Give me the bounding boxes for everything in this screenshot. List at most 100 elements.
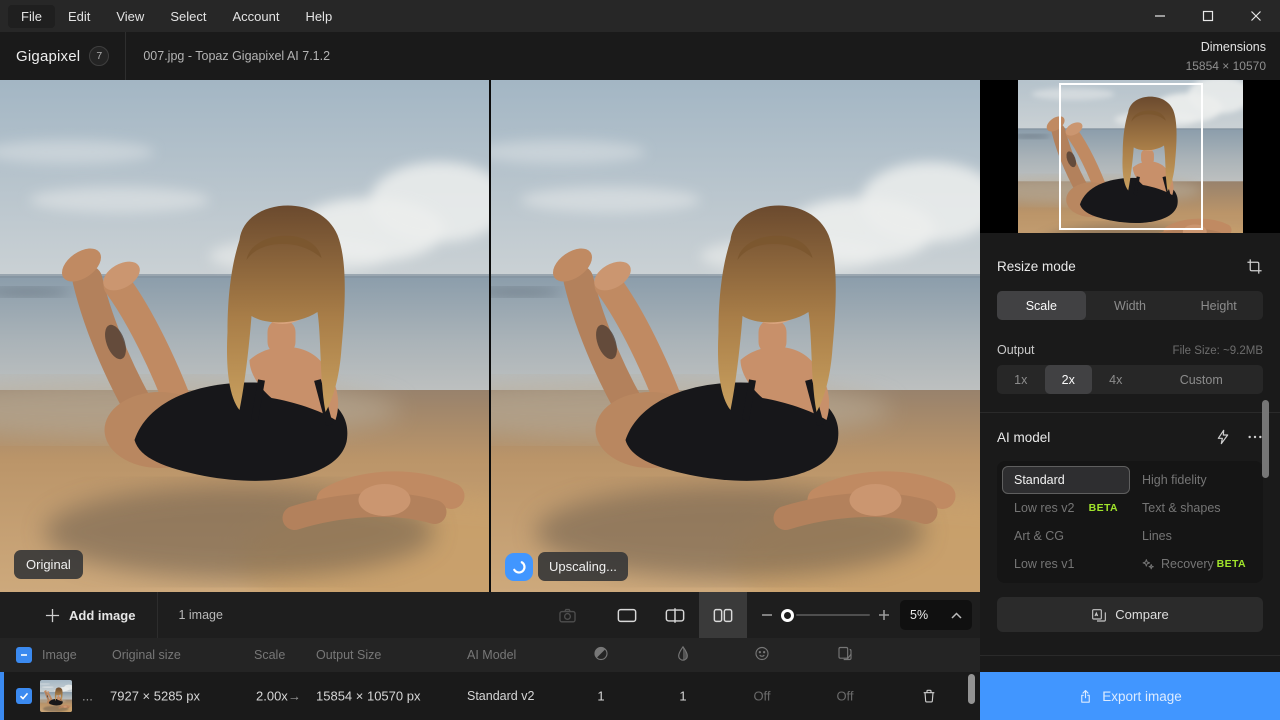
export-icon xyxy=(1078,689,1093,704)
zoom-out-icon[interactable] xyxy=(761,609,773,621)
model-label: Text & shapes xyxy=(1142,501,1246,515)
delete-image-icon[interactable] xyxy=(921,688,937,705)
upscaling-badge: Upscaling... xyxy=(505,552,628,581)
close-icon[interactable] xyxy=(1232,0,1280,32)
navigation-preview xyxy=(980,80,1280,233)
zoom-level-select[interactable]: 5% xyxy=(900,600,972,630)
versions-icon xyxy=(837,646,853,665)
row-original-size: 7927 × 5285 px xyxy=(110,689,200,704)
menu-edit[interactable]: Edit xyxy=(55,5,103,28)
model-label: Art & CG xyxy=(1014,529,1118,543)
denoise-icon xyxy=(593,646,609,665)
original-photo xyxy=(0,80,489,592)
minimize-icon[interactable] xyxy=(1136,0,1184,32)
col-image: Image xyxy=(42,648,77,662)
side-by-side-view-button[interactable] xyxy=(699,592,747,638)
crop-icon[interactable] xyxy=(1246,258,1263,275)
model-label: Low res v1 xyxy=(1014,557,1118,571)
col-scale: Scale xyxy=(254,648,285,662)
menu-file[interactable]: File xyxy=(8,5,55,28)
option-4x[interactable]: 4x xyxy=(1092,365,1140,394)
model-lines[interactable]: Lines xyxy=(1130,522,1258,550)
dimensions-value: 15854 × 10570 xyxy=(1186,59,1266,73)
panel-scrollbar[interactable] xyxy=(1262,400,1269,478)
compare-label: Compare xyxy=(1115,607,1168,622)
row-face-recovery-value[interactable]: Off xyxy=(753,689,770,704)
plus-icon xyxy=(45,608,60,623)
option-2x[interactable]: 2x xyxy=(1045,365,1093,394)
row-deblur-value[interactable]: 1 xyxy=(679,689,686,704)
auto-select-icon[interactable] xyxy=(1215,429,1231,445)
col-ai-model: AI Model xyxy=(467,648,516,662)
tab-scale[interactable]: Scale xyxy=(997,291,1086,320)
split-view-button[interactable] xyxy=(651,592,699,638)
viewport-rectangle[interactable] xyxy=(1059,83,1203,230)
resize-mode-tabs: Scale Width Height xyxy=(997,291,1263,320)
compare-button[interactable]: Compare xyxy=(997,597,1263,632)
model-art-cg[interactable]: Art & CG xyxy=(1002,522,1130,550)
image-table-row[interactable]: ... 7927 × 5285 px 2.00x → 15854 × 10570… xyxy=(0,672,980,720)
model-low-res-v2[interactable]: Low res v2 BETA xyxy=(1002,494,1130,522)
scale-options: 1x 2x 4x Custom xyxy=(997,365,1263,394)
row-denoise-value[interactable]: 1 xyxy=(597,689,604,704)
export-image-button[interactable]: Export image xyxy=(980,672,1280,720)
single-view-button[interactable] xyxy=(603,592,651,638)
row-versions-value[interactable]: Off xyxy=(836,689,853,704)
tab-height[interactable]: Height xyxy=(1174,291,1263,320)
original-badge: Original xyxy=(14,550,83,579)
zoom-slider-track[interactable] xyxy=(796,614,870,616)
model-label: Standard xyxy=(1014,473,1118,487)
resize-mode-title: Resize mode xyxy=(997,259,1076,274)
row-ai-model[interactable]: Standard v2 xyxy=(467,689,534,703)
image-viewer: Original Upscaling... xyxy=(0,80,980,592)
zoom-slider-handle[interactable] xyxy=(781,609,794,622)
document-title: 007.jpg - Topaz Gigapixel AI 7.1.2 xyxy=(126,49,330,63)
file-size-estimate: File Size: ~9.2MB xyxy=(1173,345,1263,357)
zoom-in-icon[interactable] xyxy=(878,609,890,621)
nav-thumbnail[interactable] xyxy=(1018,80,1243,233)
spinner-icon xyxy=(505,553,533,581)
select-all-checkbox[interactable] xyxy=(16,647,32,663)
preview-photo xyxy=(491,80,980,592)
col-original-size: Original size xyxy=(112,648,181,662)
beta-badge: BETA xyxy=(1217,558,1246,570)
bottom-toolbar: Add image 1 image xyxy=(0,592,980,638)
model-standard[interactable]: Standard xyxy=(1002,466,1130,494)
arrow-right-icon: → xyxy=(288,689,301,704)
row-output-size: 15854 × 10570 px xyxy=(316,689,420,704)
row-thumbnail xyxy=(40,680,72,712)
model-label: Recovery xyxy=(1161,557,1217,571)
chevron-up-icon xyxy=(951,612,962,619)
menu-account[interactable]: Account xyxy=(219,5,292,28)
model-text-shapes[interactable]: Text & shapes xyxy=(1130,494,1258,522)
output-label: Output xyxy=(997,343,1035,357)
app-name: Gigapixel xyxy=(16,48,80,65)
maximize-icon[interactable] xyxy=(1184,0,1232,32)
model-recovery[interactable]: Recovery BETA xyxy=(1130,550,1258,578)
row-selected-indicator xyxy=(0,672,4,720)
add-image-button[interactable]: Add image xyxy=(45,608,135,623)
tab-width[interactable]: Width xyxy=(1086,291,1175,320)
more-options-icon[interactable] xyxy=(1247,429,1263,445)
model-low-res-v1[interactable]: Low res v1 xyxy=(1002,550,1130,578)
col-output-size: Output Size xyxy=(316,648,381,662)
preview-pane[interactable]: Upscaling... xyxy=(491,80,980,592)
zoom-slider xyxy=(761,609,890,622)
table-scrollbar[interactable] xyxy=(968,674,975,704)
row-checkbox[interactable] xyxy=(16,688,32,704)
sparkle-icon xyxy=(1142,558,1155,571)
menu-view[interactable]: View xyxy=(103,5,157,28)
add-image-label: Add image xyxy=(69,608,135,623)
snapshot-icon[interactable] xyxy=(558,606,577,625)
original-pane[interactable]: Original xyxy=(0,80,491,592)
row-scale[interactable]: 2.00x xyxy=(256,689,288,704)
model-high-fidelity[interactable]: High fidelity xyxy=(1130,466,1258,494)
menu-help[interactable]: Help xyxy=(292,5,345,28)
option-1x[interactable]: 1x xyxy=(997,365,1045,394)
menu-select[interactable]: Select xyxy=(157,5,219,28)
app-header: Gigapixel 7 007.jpg - Topaz Gigapixel AI… xyxy=(0,32,1280,80)
settings-area: Resize mode Scale Width Height Output Fi… xyxy=(980,233,1280,655)
deblur-icon xyxy=(676,646,690,665)
option-custom[interactable]: Custom xyxy=(1140,365,1264,394)
compare-icon xyxy=(1091,607,1107,623)
